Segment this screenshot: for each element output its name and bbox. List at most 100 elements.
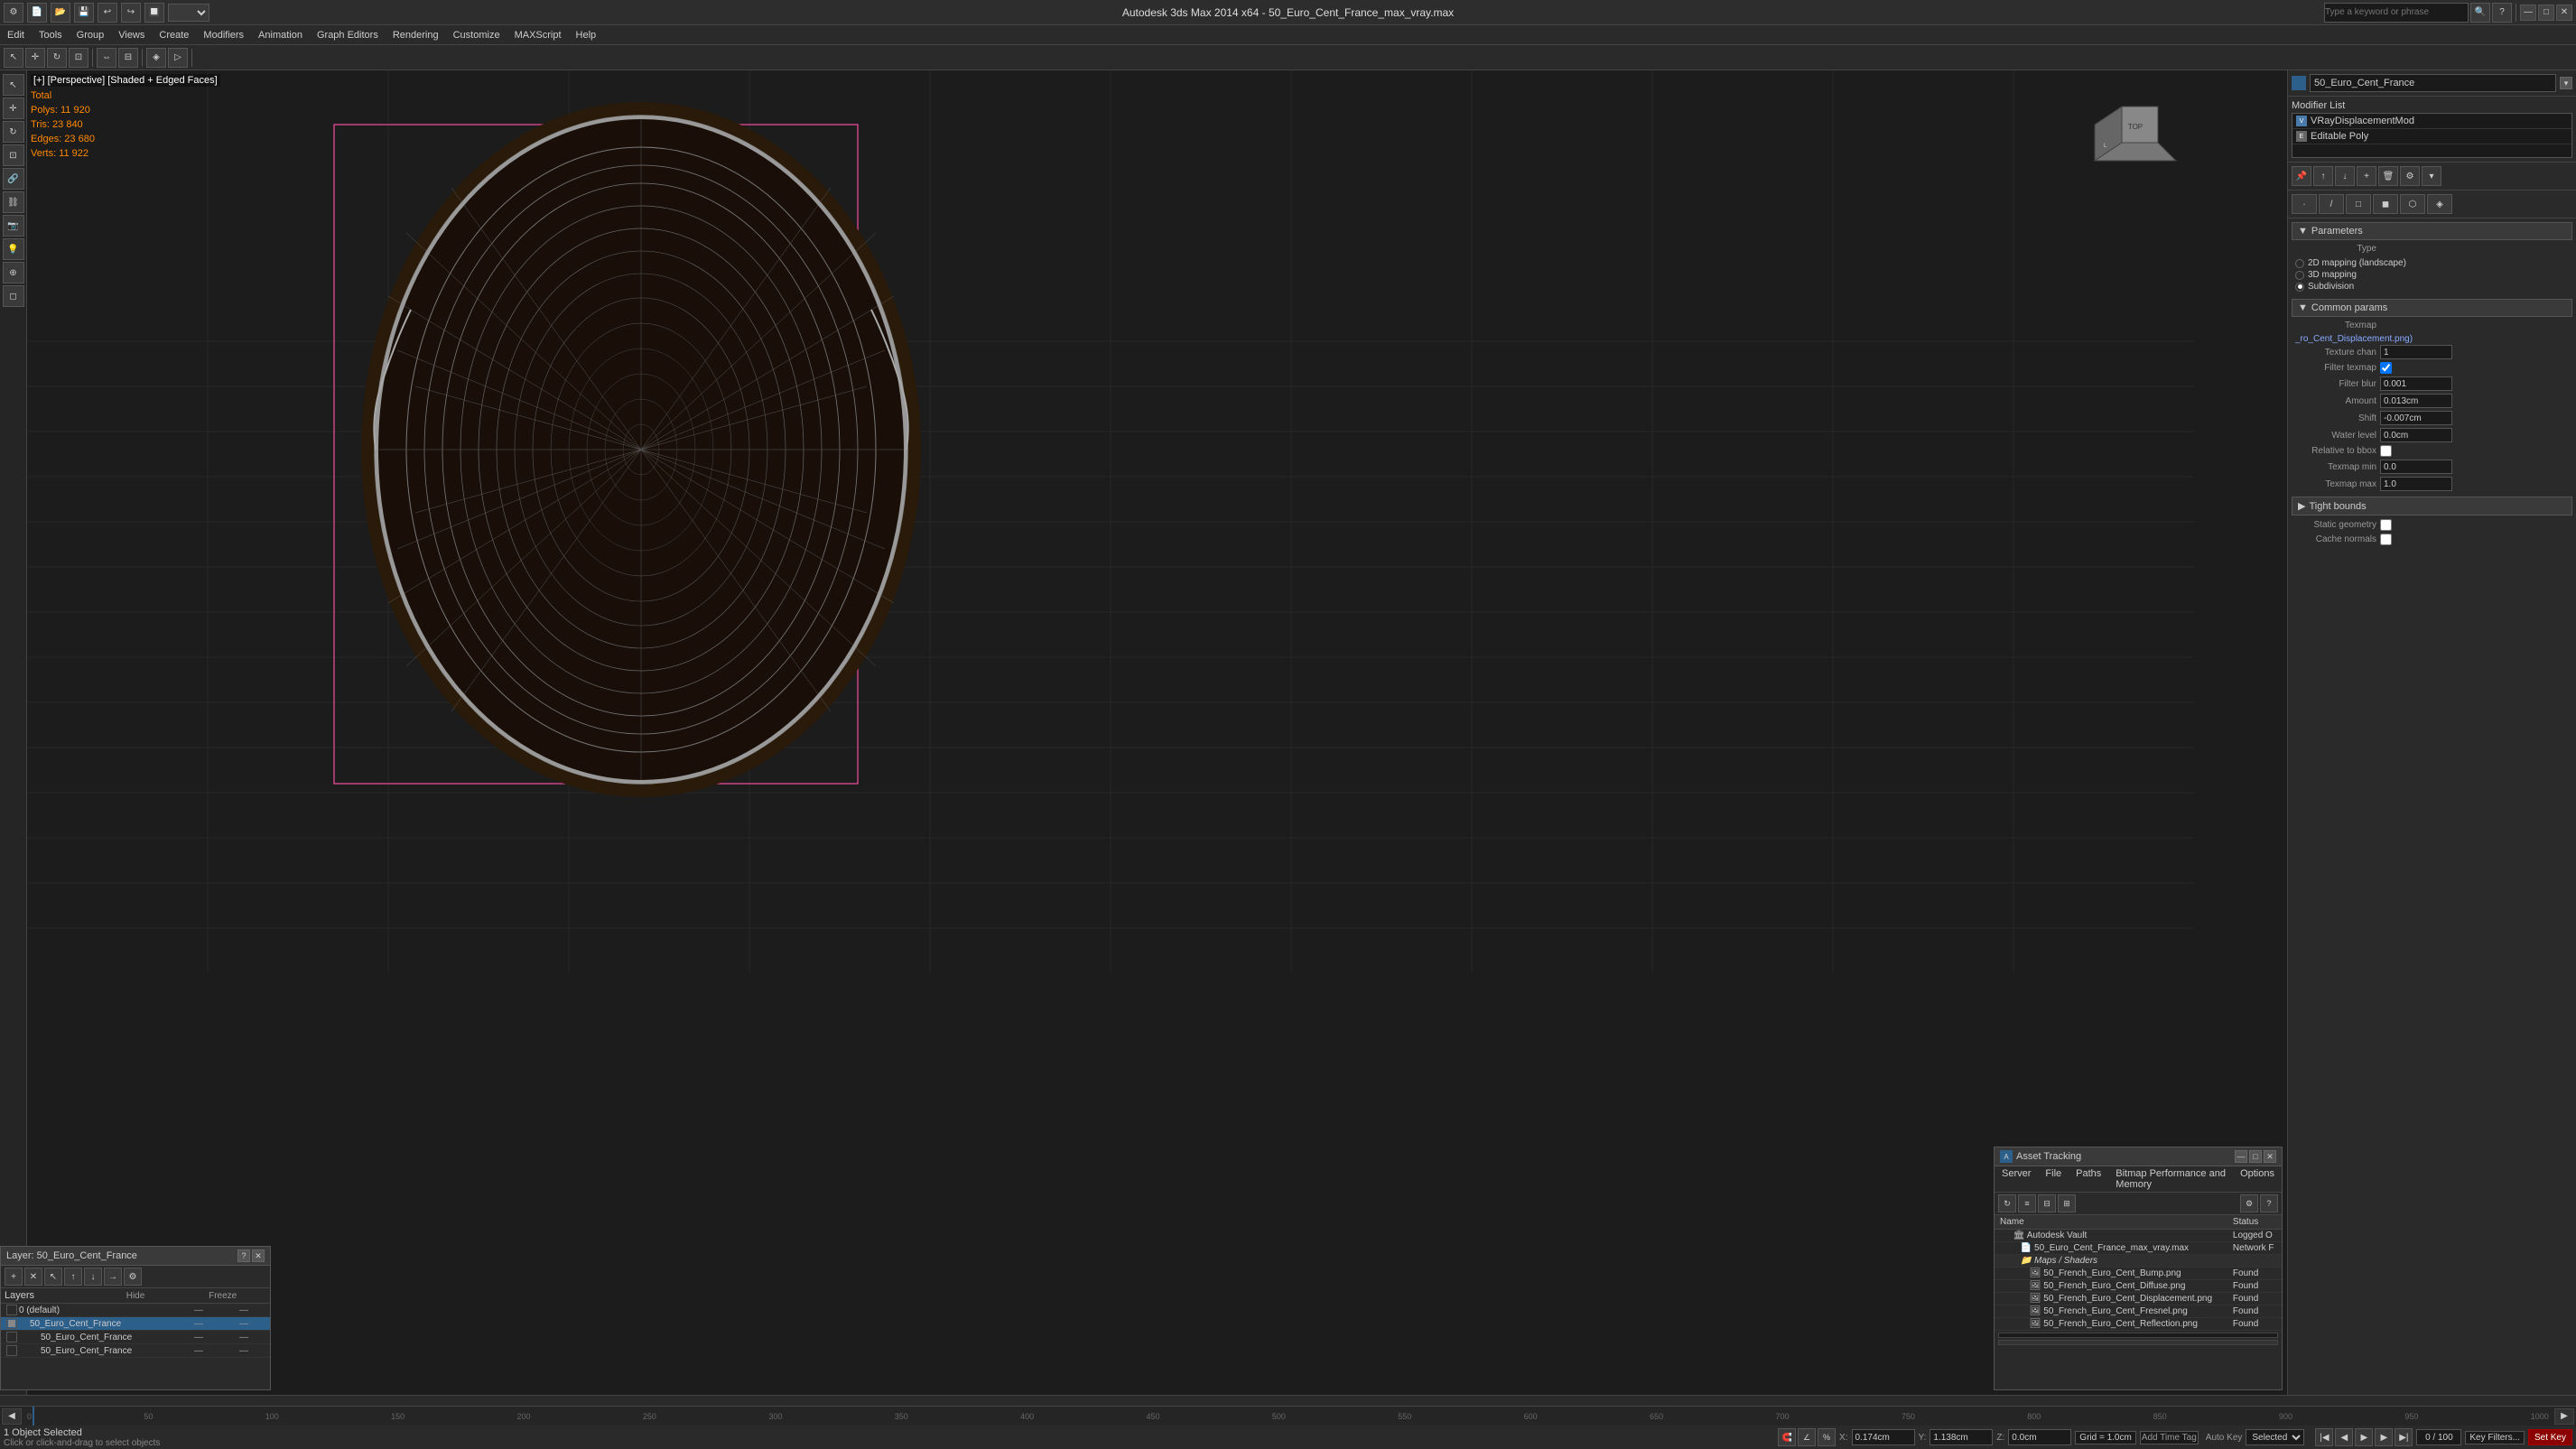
filter-blur-input[interactable] [2380,376,2452,391]
mod-pin-btn[interactable]: 📌 [2292,166,2311,186]
layer-new-btn[interactable]: + [5,1268,23,1286]
texmap-min-input[interactable] [2380,460,2452,474]
radio-3d-mapping[interactable]: 3D mapping [2295,270,2569,280]
render-setup-btn[interactable]: 🔲 [144,3,164,23]
align-btn[interactable]: ⊟ [118,48,138,68]
save-file-btn[interactable]: 💾 [74,3,94,23]
rotate-btn[interactable]: ↻ [47,48,67,68]
layer-move-btn[interactable]: → [104,1268,122,1286]
filter-texmap-checkbox[interactable] [2380,362,2392,374]
lt-scale-btn[interactable]: ⊡ [3,144,24,166]
panel-settings-btn[interactable]: ▾ [2560,77,2572,89]
key-filters-btn[interactable]: Key Filters... [2465,1431,2525,1444]
table-row[interactable]: 🖼 50_French_Euro_Cent_Bump.png Found [1995,1268,2282,1280]
layer-row[interactable]: 50_Euro_Cent_France — — [1,1344,270,1358]
close-btn[interactable]: ✕ [2556,5,2572,21]
menu-modifiers[interactable]: Modifiers [196,25,251,44]
static-geom-checkbox[interactable] [2380,519,2392,531]
menu-rendering[interactable]: Rendering [386,25,446,44]
at-refresh-btn[interactable]: ↻ [1998,1194,2016,1212]
subobj-element-btn[interactable]: ⬡ [2400,194,2425,214]
layer-check-0[interactable] [6,1305,17,1315]
render-btn[interactable]: ▷ [168,48,188,68]
layer-check-2[interactable] [6,1332,17,1342]
menu-views[interactable]: Views [111,25,152,44]
mod-config-btn[interactable]: ⚙ [2400,166,2420,186]
minimize-btn[interactable]: — [2520,5,2536,21]
texture-chan-input[interactable] [2380,345,2452,359]
help-btn[interactable]: ? [2492,3,2512,23]
scale-btn[interactable]: ⊡ [69,48,88,68]
at-menu-bitmap-perf[interactable]: Bitmap Performance and Memory [2108,1166,2233,1192]
modifier-item-vray[interactable]: V VRayDisplacementMod [2292,114,2571,129]
mod-move-down-btn[interactable]: ↓ [2335,166,2355,186]
timeline-bar[interactable]: ◀ 0 50 100 150 200 250 300 350 400 450 5… [0,1406,2576,1426]
menu-graph-editors[interactable]: Graph Editors [310,25,386,44]
lt-unlink-btn[interactable]: ⛓ [3,191,24,213]
object-name-input[interactable] [2310,74,2556,92]
move-btn[interactable]: ✛ [25,48,45,68]
angle-snap-btn[interactable]: ∠ [1798,1428,1816,1446]
table-row[interactable]: 📁 Maps / Shaders [1995,1255,2282,1268]
asset-tracking-minimize-btn[interactable]: — [2235,1150,2247,1163]
open-file-btn[interactable]: 📂 [51,3,70,23]
menu-group[interactable]: Group [70,25,112,44]
layer-delete-btn[interactable]: ✕ [24,1268,42,1286]
viewport[interactable]: TOP L [+] [Perspective] [Shaded + Edged … [27,70,2287,1395]
layer-select-btn[interactable]: ↖ [44,1268,62,1286]
auto-key-select[interactable]: Selected [2246,1429,2304,1445]
mod-delete-btn[interactable]: 🗑 [2378,166,2398,186]
at-menu-options[interactable]: Options [2233,1166,2282,1192]
modifier-list[interactable]: V VRayDisplacementMod E Editable Poly [2292,113,2572,158]
asset-tracking-title-bar[interactable]: A Asset Tracking — □ ✕ [1995,1147,2282,1166]
lt-shapes-btn[interactable]: ◻ [3,285,24,307]
parameters-header[interactable]: ▼ Parameters [2292,222,2572,240]
layer-check-3[interactable] [6,1345,17,1356]
menu-help[interactable]: Help [569,25,604,44]
lt-camera-btn[interactable]: 📷 [3,215,24,237]
x-coord-input[interactable] [1852,1429,1915,1445]
redo-btn[interactable]: ↪ [121,3,141,23]
table-row[interactable]: 🖼 50_French_Euro_Cent_Fresnel.png Found [1995,1305,2282,1318]
at-menu-file[interactable]: File [2038,1166,2069,1192]
material-btn[interactable]: ◈ [146,48,166,68]
table-row[interactable]: 🖼 50_French_Euro_Cent_Reflection.png Fou… [1995,1318,2282,1331]
undo-btn[interactable]: ↩ [98,3,117,23]
at-icons-btn[interactable]: ⊞ [2058,1194,2076,1212]
layer-panel-help-btn[interactable]: ? [237,1249,250,1262]
menu-create[interactable]: Create [152,25,196,44]
percent-snap-btn[interactable]: % [1818,1428,1836,1446]
snap-toggle-btn[interactable]: 🧲 [1778,1428,1796,1446]
lt-select-btn[interactable]: ↖ [3,74,24,96]
amount-input[interactable] [2380,394,2452,408]
lt-move-btn[interactable]: ✛ [3,98,24,119]
at-menu-server[interactable]: Server [1995,1166,2038,1192]
mod-more-btn[interactable]: ▾ [2422,166,2441,186]
table-row[interactable]: 📄 50_Euro_Cent_France_max_vray.max Netwo… [1995,1242,2282,1255]
modifier-item-epoly[interactable]: E Editable Poly [2292,129,2571,144]
at-menu-paths[interactable]: Paths [2069,1166,2108,1192]
tight-bounds-header[interactable]: ▶ Tight bounds [2292,497,2572,516]
layer-down-btn[interactable]: ↓ [84,1268,102,1286]
layer-panel-close-btn[interactable]: ✕ [252,1249,265,1262]
subobj-extra-btn[interactable]: ◈ [2427,194,2452,214]
radio-subdivision[interactable]: Subdivision [2295,282,2569,292]
subobj-vertex-btn[interactable]: · [2292,194,2317,214]
layer-settings-btn[interactable]: ⚙ [124,1268,142,1286]
table-row[interactable]: 🏛 Autodesk Vault Logged O [1995,1230,2282,1242]
search-btn[interactable]: 🔍 [2470,3,2490,23]
layer-panel-title-bar[interactable]: Layer: 50_Euro_Cent_France ? ✕ [1,1247,270,1266]
layer-check-1[interactable] [6,1318,17,1329]
mod-add-btn[interactable]: + [2357,166,2376,186]
app-icon[interactable]: ⚙ [4,3,23,23]
common-params-header[interactable]: ▼ Common params [2292,299,2572,317]
asset-tracking-maximize-btn[interactable]: □ [2249,1150,2262,1163]
shift-input[interactable] [2380,411,2452,425]
at-detail-btn[interactable]: ⊟ [2038,1194,2056,1212]
new-file-btn[interactable]: 📄 [27,3,47,23]
z-coord-input[interactable] [2008,1429,2071,1445]
search-input[interactable] [2324,3,2469,23]
next-frame-btn[interactable]: ▶ [2375,1428,2393,1446]
at-settings-btn[interactable]: ⚙ [2240,1194,2258,1212]
layer-row[interactable]: 0 (default) — — [1,1304,270,1317]
